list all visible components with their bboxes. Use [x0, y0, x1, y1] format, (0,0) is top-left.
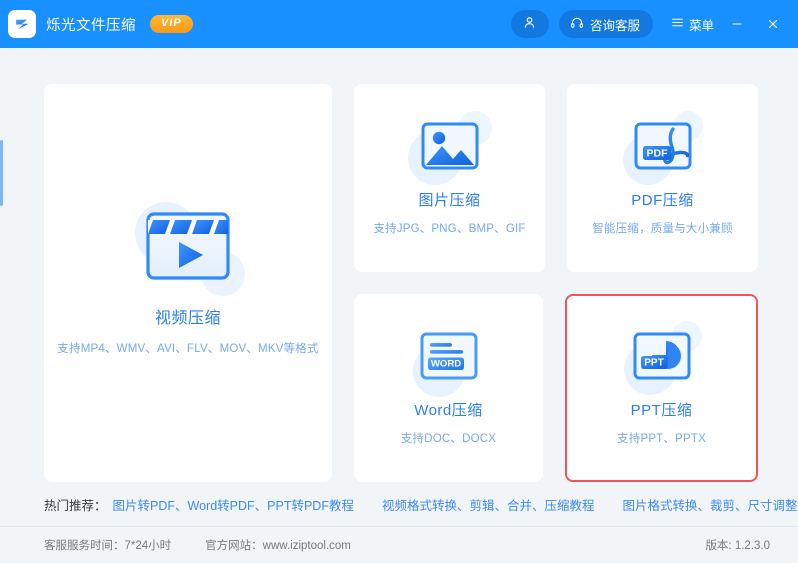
tool-card-title: 视频压缩 — [154, 310, 221, 327]
titlebar-actions: 咨询客服 菜单 — [510, 10, 786, 38]
tool-card-title: PPT压缩 — [630, 401, 693, 419]
recommend-link-pdf-tutorials[interactable]: 图片转PDF、Word转PDF、PPT转PDF教程 — [113, 495, 354, 514]
ppt-icon-text: PPT — [644, 357, 663, 368]
app-window: 烁光文件压缩 VIP 咨询客服 菜单 视频压缩 支持MP4、WMV、AVI、FL… — [0, 0, 798, 563]
tool-card-subtitle: 支持MP4、WMV、AVI、FLV、MOV、MKV等格式 — [57, 343, 319, 355]
footer-service-hours: 客服服务时间：7*24小时 — [44, 540, 172, 552]
tool-card-title: 图片压缩 — [418, 191, 481, 209]
footer-bar: 客服服务时间：7*24小时 官方网站：www.iziptool.com 版本: … — [0, 526, 798, 563]
user-account-button[interactable] — [510, 10, 549, 38]
tool-card-subtitle: 支持DOC、DOCX — [400, 432, 497, 445]
word-icon-text: WORD — [430, 358, 460, 369]
customer-service-button[interactable]: 咨询客服 — [558, 10, 653, 38]
close-button[interactable] — [760, 11, 786, 37]
tool-card-ppt[interactable]: PPT PPT压缩 支持PPT、PPTX — [565, 294, 758, 482]
tool-card-word[interactable]: WORD Word压缩 支持DOC、DOCX — [354, 294, 543, 482]
pdf-icon: PDF — [622, 110, 703, 185]
menu-label: 菜单 — [688, 18, 714, 33]
customer-service-label: 咨询客服 — [589, 18, 640, 33]
vip-badge[interactable]: VIP — [150, 14, 193, 34]
card-row-bottom: WORD Word压缩 支持DOC、DOCX PPT PPT压缩 支持PPT、P… — [354, 294, 758, 482]
image-icon — [407, 110, 492, 185]
hamburger-icon — [671, 16, 684, 32]
card-column-right: 图片压缩 支持JPG、PNG、BMP、GIF PDF PDF压缩 智能压缩，质量… — [354, 84, 758, 482]
pdf-icon-text: PDF — [646, 147, 668, 159]
tool-card-subtitle: 支持JPG、PNG、BMP、GIF — [373, 222, 526, 235]
card-column-left: 视频压缩 支持MP4、WMV、AVI、FLV、MOV、MKV等格式 — [44, 84, 332, 482]
title-bar: 烁光文件压缩 VIP 咨询客服 菜单 — [0, 0, 798, 48]
user-icon — [522, 15, 537, 33]
card-row-top: 图片压缩 支持JPG、PNG、BMP、GIF PDF PDF压缩 智能压缩，质量… — [354, 84, 758, 272]
headset-icon — [570, 16, 584, 33]
app-title: 烁光文件压缩 — [46, 17, 136, 34]
tool-card-pdf[interactable]: PDF PDF压缩 智能压缩，质量与大小兼顾 — [567, 84, 758, 272]
tool-card-subtitle: 智能压缩，质量与大小兼顾 — [592, 222, 733, 235]
recommend-link-video-tutorials[interactable]: 视频格式转换、剪辑、合并、压缩教程 — [382, 495, 595, 514]
tool-card-image[interactable]: 图片压缩 支持JPG、PNG、BMP、GIF — [354, 84, 545, 272]
tool-card-grid: 视频压缩 支持MP4、WMV、AVI、FLV、MOV、MKV等格式 图片压缩 支… — [0, 48, 798, 482]
footer-version: 版本: 1.2.3.0 — [705, 540, 770, 552]
footer-website[interactable]: 官方网站：www.iziptool.com — [205, 537, 351, 553]
tool-card-title: Word压缩 — [414, 401, 483, 419]
tool-card-subtitle: 支持PPT、PPTX — [617, 432, 706, 445]
tool-card-title: PDF压缩 — [631, 191, 694, 209]
left-edge-scroll-indicator[interactable] — [0, 140, 3, 206]
word-icon: WORD — [412, 331, 479, 397]
main-body: 视频压缩 支持MP4、WMV、AVI、FLV、MOV、MKV等格式 图片压缩 支… — [0, 48, 798, 563]
video-icon — [135, 202, 245, 296]
hot-recommend-bar: 热门推荐： 图片转PDF、Word转PDF、PPT转PDF教程 视频格式转换、剪… — [0, 482, 798, 526]
recommend-link-image-tutorials[interactable]: 图片格式转换、裁剪、尺寸调整、证件照大小调整 — [622, 495, 798, 514]
minimize-button[interactable] — [724, 11, 750, 37]
tool-card-video[interactable]: 视频压缩 支持MP4、WMV、AVI、FLV、MOV、MKV等格式 — [44, 84, 332, 482]
ppt-icon: PPT — [623, 320, 702, 395]
hot-recommend-label: 热门推荐： — [44, 498, 107, 513]
app-logo-icon — [8, 10, 36, 38]
menu-button[interactable]: 菜单 — [671, 15, 714, 34]
